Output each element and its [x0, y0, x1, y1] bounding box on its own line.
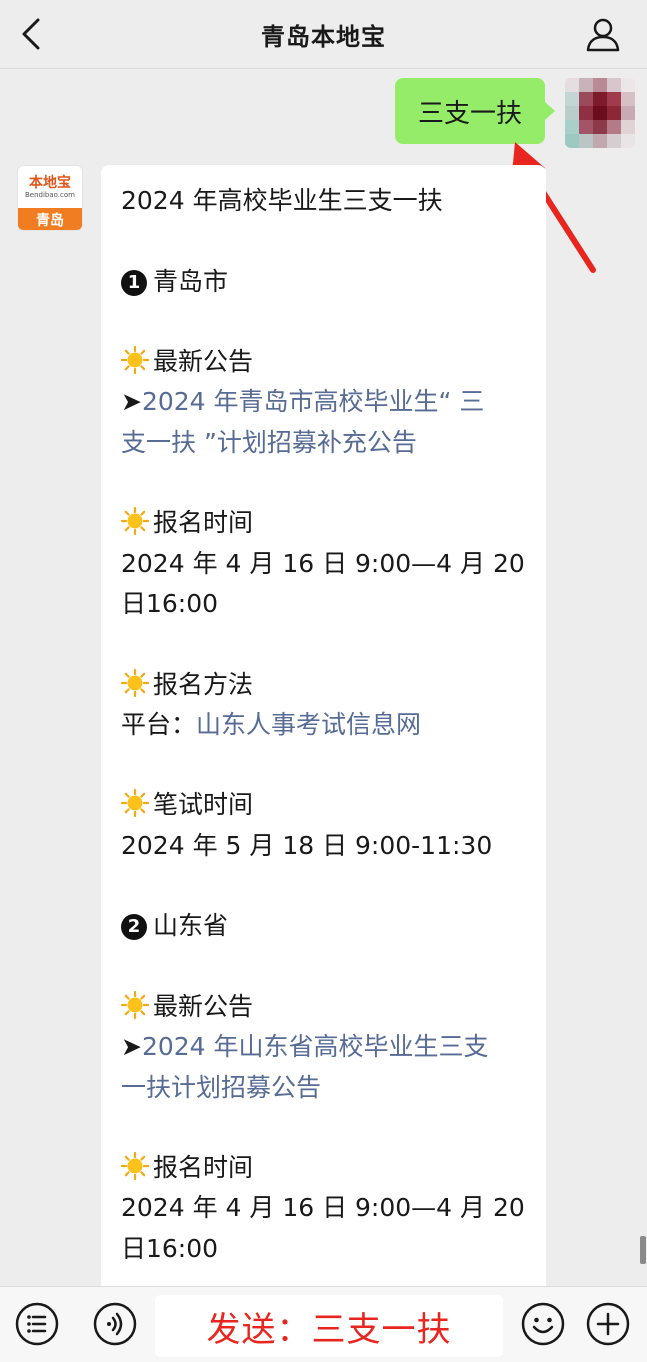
signup-time-label-row: 报名时间: [121, 1148, 546, 1188]
exam-time-label: 笔试时间: [153, 790, 254, 820]
signup-time-label-row: 报名时间: [121, 503, 546, 543]
sent-message-text: 三支一扶: [417, 98, 522, 129]
signup-time-line1: 2024 年 4 月 16 日 9:00—4 月 20: [121, 1193, 525, 1223]
notice-label: 最新公告: [153, 347, 254, 377]
platform-prefix: 平台：: [121, 709, 197, 739]
exam-time: 2024 年 5 月 18 日 9:00-11:30: [121, 830, 493, 860]
notice-label-row: 最新公告: [121, 987, 546, 1027]
region-name: 山东省: [153, 911, 229, 941]
notice-link-text-line2[interactable]: 支一扶 ”计划招募补充公告: [121, 428, 417, 457]
number-badge: 2: [121, 914, 147, 941]
brand-avatar[interactable]: 本地宝 Bendibao.com 青岛: [17, 165, 83, 231]
message-input[interactable]: 发送：三支一扶: [155, 1295, 503, 1357]
notice-link[interactable]: ➤2024 年青岛市高校毕业生“ 三: [121, 382, 546, 422]
reply-message-bubble[interactable]: 2024 年高校毕业生三支一扶 1 青岛市 最新公告 ➤2024 年青岛市高校毕业…: [101, 165, 546, 1295]
sun-icon: [121, 668, 149, 697]
section-heading: 2 山东省: [121, 906, 546, 946]
reply-heading: 2024 年高校毕业生三支一扶: [121, 186, 443, 215]
menu-list-icon: [15, 1302, 59, 1346]
sun-icon: [121, 346, 149, 375]
exam-time-label-row: 笔试时间: [121, 785, 546, 825]
sent-message-bubble[interactable]: 三支一扶: [395, 78, 555, 144]
top-bar: 青岛本地宝: [0, 0, 647, 69]
notice-link-text-line1[interactable]: 2024 年青岛市高校毕业生“ 三: [142, 387, 484, 416]
number-badge: 1: [121, 269, 147, 296]
emoji-icon: [521, 1302, 565, 1346]
region-name: 青岛市: [153, 266, 229, 296]
notice-link-text-line1[interactable]: 2024 年山东省高校毕业生三支: [142, 1032, 489, 1061]
section-heading: 1 青岛市: [121, 262, 546, 302]
signup-time-line2: 日16:00: [121, 588, 219, 618]
brand-logo: 本地宝 Bendibao.com: [18, 166, 82, 208]
signup-time-line2: 日16:00: [121, 1233, 219, 1263]
link-arrow: ➤: [121, 1032, 142, 1062]
scrollbar-thumb[interactable]: [640, 1236, 646, 1264]
profile-button[interactable]: [583, 14, 623, 54]
platform-link[interactable]: 山东人事考试信息网: [196, 710, 421, 739]
signup-time-line1: 2024 年 4 月 16 日 9:00—4 月 20: [121, 548, 525, 578]
signup-time-label: 报名时间: [153, 508, 254, 538]
notice-link[interactable]: ➤2024 年山东省高校毕业生三支: [121, 1027, 546, 1067]
sun-icon: [121, 990, 149, 1019]
signup-method-label: 报名方法: [153, 669, 254, 699]
brand-name: 本地宝: [29, 174, 71, 191]
voice-icon: [93, 1302, 137, 1346]
notice-label-row: 最新公告: [121, 342, 546, 382]
voice-button[interactable]: [92, 1301, 138, 1347]
emoji-button[interactable]: [520, 1301, 566, 1347]
chat-title: 青岛本地宝: [261, 23, 386, 51]
sun-icon: [121, 507, 149, 536]
bottom-input-bar: 发送：三支一扶: [0, 1286, 647, 1362]
brand-city: 青岛: [18, 208, 82, 230]
link-arrow: ➤: [121, 387, 142, 417]
notice-label: 最新公告: [153, 991, 254, 1021]
sun-icon: [121, 1152, 149, 1181]
sun-icon: [121, 789, 149, 818]
plus-button[interactable]: [585, 1301, 631, 1347]
signup-method-label-row: 报名方法: [121, 665, 546, 705]
plus-icon: [586, 1302, 630, 1346]
signup-time-label: 报名时间: [153, 1153, 254, 1183]
brand-url: Bendibao.com: [24, 190, 75, 199]
notice-link-text-line2[interactable]: 一扶计划招募公告: [121, 1073, 321, 1102]
menu-button[interactable]: [14, 1301, 60, 1347]
person-icon: [586, 18, 620, 52]
platform-row: 平台：山东人事考试信息网: [121, 705, 546, 745]
